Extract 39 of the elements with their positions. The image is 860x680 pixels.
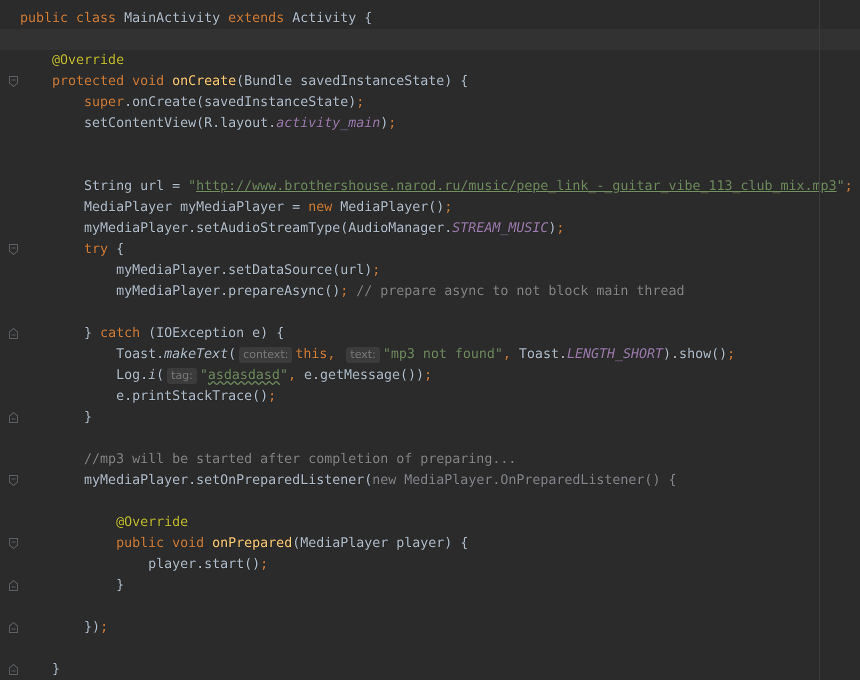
- fold-icon[interactable]: [9, 475, 18, 486]
- fold-icon[interactable]: [9, 244, 18, 255]
- code-line: MediaPlayer myMediaPlayer = new MediaPlayer();: [83, 199, 452, 217]
- fold-icon[interactable]: [9, 76, 18, 87]
- code-line: } catch (IOException e) {: [83, 325, 284, 343]
- unfold-icon[interactable]: [9, 580, 18, 591]
- code-line: myMediaPlayer.prepareAsync(); // prepare async to not block main thread: [115, 283, 684, 301]
- code-text: "mp3 not found", Toast.LENGTH_SHORT).show();: [382, 346, 736, 364]
- code-line: public void onPrepared(MediaPlayer player) {: [115, 535, 468, 553]
- code-line: public class MainActivity extends Activity {: [20, 10, 372, 28]
- code-line: });: [83, 619, 108, 637]
- parameter-hint: context:: [239, 346, 292, 362]
- code-line: }: [51, 661, 60, 679]
- code-line: player.start();: [147, 556, 268, 574]
- code-line: }: [115, 577, 124, 595]
- unfold-icon[interactable]: [9, 412, 18, 423]
- code-line: super.onCreate(savedInstanceState);: [83, 94, 364, 112]
- code-line: }: [83, 409, 92, 427]
- fold-icon[interactable]: [9, 538, 18, 549]
- code-text: Toast.makeText(: [115, 346, 236, 364]
- unfold-icon[interactable]: [9, 664, 18, 675]
- code-line: try {: [83, 241, 124, 259]
- code-text: Log.i(: [115, 367, 164, 385]
- parameter-hint: tag:: [167, 368, 197, 384]
- code-line: protected void onCreate(Bundle savedInstanceState) {: [51, 73, 468, 91]
- code-line: myMediaPlayer.setOnPreparedListener(new MediaPlayer.OnPreparedListener() {: [83, 472, 676, 490]
- code-line: String url = "http://www.brothershouse.narod.ru/music/pepe_link_-_guitar_vibe_113_club_mix.mp3";: [83, 178, 853, 196]
- code-line: //mp3 will be started after completion of preparing...: [83, 451, 516, 469]
- code-text: this,: [295, 346, 336, 364]
- parameter-hint: text:: [346, 346, 380, 362]
- code-line: myMediaPlayer.setDataSource(url);: [115, 262, 380, 280]
- code-line: myMediaPlayer.setAudioStreamType(AudioManager.STREAM_MUSIC);: [83, 220, 564, 238]
- code-line: setContentView(R.layout.activity_main);: [83, 115, 396, 133]
- unfold-icon[interactable]: [9, 328, 18, 339]
- code-text: "asdasdasd", e.getMessage());: [200, 367, 432, 385]
- code-line: e.printStackTrace();: [115, 388, 276, 406]
- code-line: @Override: [51, 52, 124, 70]
- code-line: @Override: [115, 514, 188, 532]
- unfold-icon[interactable]: [9, 622, 18, 633]
